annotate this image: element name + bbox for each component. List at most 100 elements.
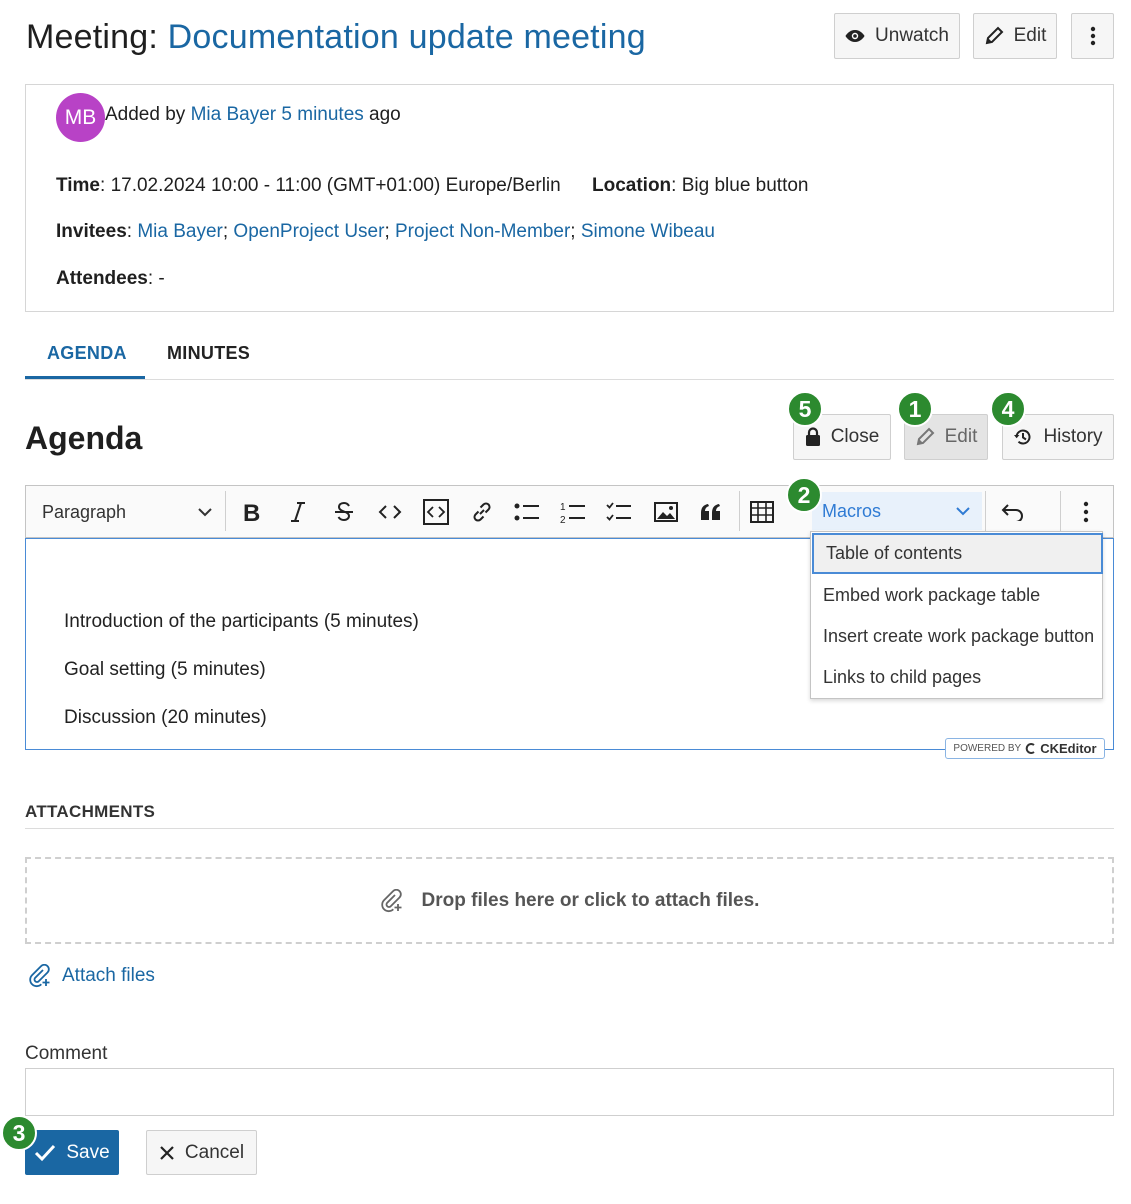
code-button[interactable] [376,497,404,527]
blockquote-icon [701,504,720,520]
time-label: Time [56,175,101,196]
menu-item-table-of-contents[interactable]: Table of contents [812,533,1103,574]
pencil-icon [985,26,1004,45]
paragraph-label: Paragraph [42,501,127,522]
invitee-link[interactable]: Mia Bayer [137,221,223,242]
paragraph-dropdown[interactable]: Paragraph [42,497,212,527]
step-badge-close: 5 [787,391,823,427]
svg-text:1: 1 [560,502,566,513]
code-block-button[interactable] [421,497,451,527]
ckeditor-text: CKEditor [1040,741,1097,756]
close-label: Close [830,426,880,447]
added-suffix: ago [369,104,401,125]
edit-label: Edit [1013,25,1047,46]
dropzone-text: Drop files here or click to attach files… [421,889,760,911]
author-link[interactable]: Mia Bayer [191,104,277,125]
toolbar-separator [1060,491,1061,531]
image-button[interactable] [652,497,680,527]
menu-item-embed-work-package-table[interactable]: Embed work package table [811,575,1102,616]
history-label: History [1043,426,1103,447]
strikethrough-button[interactable] [330,497,358,527]
attendees-row: Attendees: - [56,268,165,290]
italic-button[interactable] [284,497,312,527]
undo-icon [1001,504,1023,521]
macros-dropdown[interactable]: Macros [812,492,982,530]
strikethrough-icon [335,501,353,522]
more-vertical-icon [1083,501,1089,523]
comment-label: Comment [25,1043,108,1064]
page-title: Meeting: Documentation update meeting [26,18,646,57]
table-icon [750,501,774,523]
editor-paragraph: Discussion (20 minutes) [64,707,267,728]
macros-menu: Table of contents Embed work package tab… [810,531,1103,699]
cancel-label: Cancel [184,1141,245,1163]
step-badge-edit: 1 [897,391,933,427]
invitee-link[interactable]: OpenProject User [233,221,384,242]
eye-icon [845,30,865,42]
toolbar-separator [985,491,986,531]
menu-item-links-to-child-pages[interactable]: Links to child pages [811,657,1102,698]
invitees-row: Invitees: Mia Bayer; OpenProject User; P… [56,221,715,242]
invitee-link[interactable]: Project Non-Member [395,221,570,242]
paperclip-icon [29,964,50,988]
editor-paragraph: Introduction of the participants (5 minu… [64,611,419,632]
chevron-down-icon [198,507,212,516]
todo-list-button[interactable] [604,497,634,527]
close-icon [160,1145,174,1160]
menu-item-insert-create-work-package-button[interactable]: Insert create work package button [811,616,1102,657]
agenda-heading: Agenda [25,420,143,456]
chevron-down-icon [956,506,970,515]
link-button[interactable] [468,497,496,527]
toolbar-separator [739,491,740,531]
edit-meeting-button[interactable]: Edit [973,13,1057,59]
time-row: Time: 17.02.2024 10:00 - 11:00 (GMT+01:0… [56,175,561,197]
title-prefix: Meeting: [26,18,159,56]
checkmark-icon [35,1144,56,1161]
svg-text:2: 2 [560,515,566,524]
time-value: : 17.02.2024 10:00 - 11:00 (GMT+01:00) E… [100,175,561,196]
attachments-divider [25,828,1114,829]
comment-input[interactable] [25,1068,1114,1116]
italic-icon [291,502,305,522]
blockquote-button[interactable] [697,497,725,527]
tabs-divider [25,379,1114,380]
location-value: : Big blue button [671,175,809,196]
attendees-value: : - [147,268,165,289]
attachment-dropzone[interactable]: Drop files here or click to attach files… [25,857,1114,944]
powered-by-text: POWERED BY [953,743,1022,754]
cancel-button[interactable]: Cancel [146,1130,257,1175]
location-label: Location [592,175,672,196]
edit-label: Edit [944,426,978,447]
unwatch-button[interactable]: Unwatch [834,13,960,59]
svg-text:B: B [243,501,260,523]
invitee-link[interactable]: Simone Wibeau [581,221,715,242]
more-toolbar-button[interactable] [1073,497,1099,527]
avatar: MB [56,93,105,142]
unwatch-label: Unwatch [875,25,949,46]
added-by-line: Added by Mia Bayer 5 minutes ago [105,104,401,126]
editor-paragraph: Goal setting (5 minutes) [64,659,266,680]
invitees-label: Invitees [56,221,127,242]
attendees-label: Attendees [56,268,148,289]
bold-icon: B [243,501,260,523]
history-icon [1014,429,1031,445]
bulleted-list-button[interactable] [513,497,541,527]
bold-button[interactable]: B [238,497,266,527]
step-badge-save: 3 [1,1115,37,1151]
created-time-link[interactable]: 5 minutes [281,104,363,125]
toolbar-separator [225,491,226,531]
ckeditor-badge[interactable]: POWERED BY CKEditor [945,738,1105,759]
link-icon [473,502,491,522]
image-icon [654,502,678,522]
tab-active-indicator [25,376,145,379]
undo-button[interactable] [998,497,1028,527]
more-actions-button[interactable] [1071,13,1114,59]
attach-files-link[interactable]: Attach files [28,964,155,988]
tab-agenda[interactable]: AGENDA [47,343,127,364]
paperclip-icon [380,888,402,912]
added-by-prefix: Added by [105,104,186,125]
tab-minutes[interactable]: MINUTES [167,343,250,364]
save-button[interactable]: Save [25,1130,119,1175]
lock-icon [805,427,820,446]
numbered-list-button[interactable]: 12 [558,497,588,527]
